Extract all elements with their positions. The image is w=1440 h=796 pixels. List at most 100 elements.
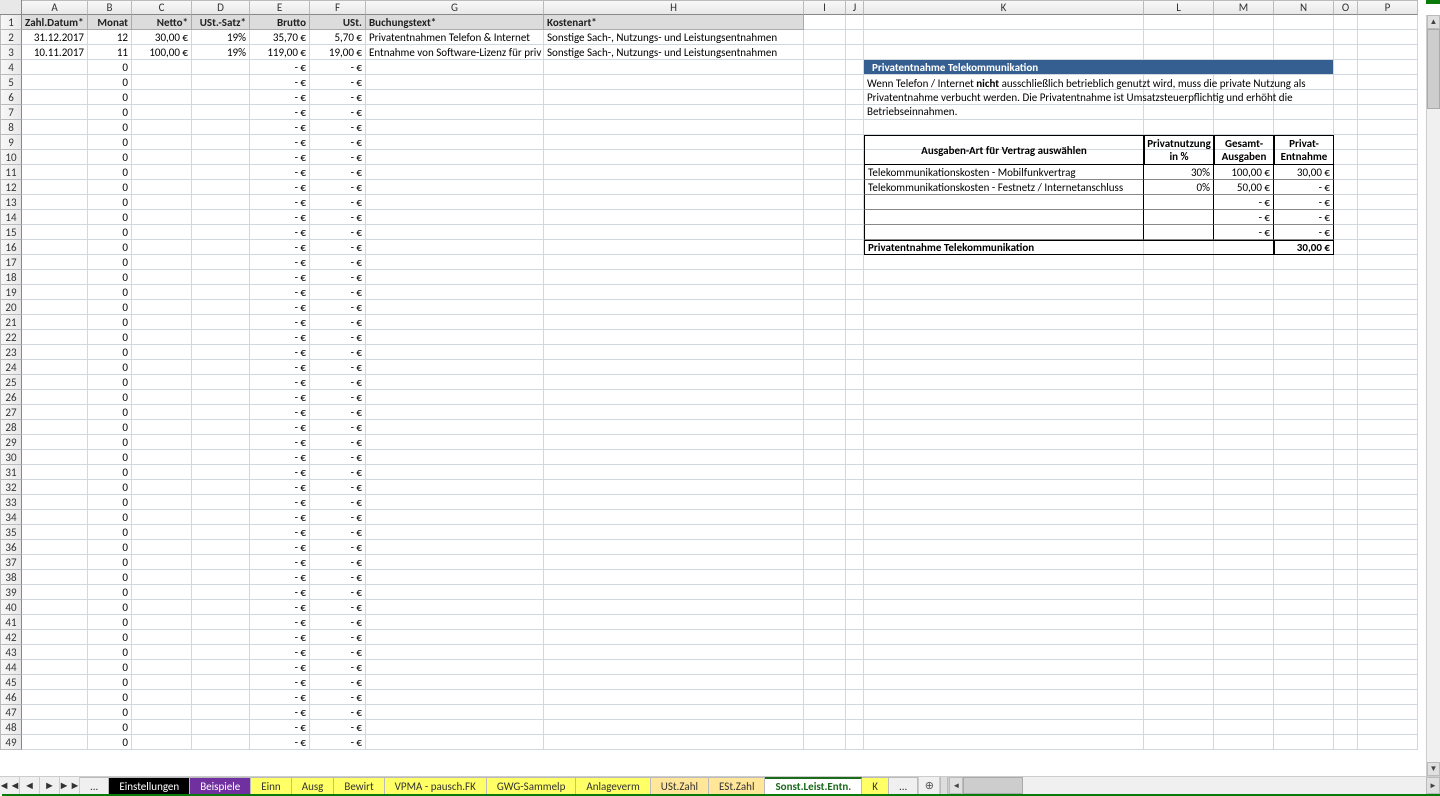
- cell-G6[interactable]: [366, 90, 544, 105]
- cell-J28[interactable]: [846, 420, 864, 435]
- cell-O43[interactable]: [1334, 645, 1358, 660]
- cell-O18[interactable]: [1334, 270, 1358, 285]
- cell-G47[interactable]: [366, 705, 544, 720]
- data-A3[interactable]: 10.11.2017: [22, 45, 88, 60]
- cell-H20[interactable]: [544, 300, 804, 315]
- cell-K40[interactable]: [864, 600, 1144, 615]
- cell-M21[interactable]: [1214, 315, 1274, 330]
- data-E47[interactable]: - €: [250, 705, 310, 720]
- cell-D30[interactable]: [192, 450, 250, 465]
- cell-C36[interactable]: [132, 540, 192, 555]
- cell-C10[interactable]: [132, 150, 192, 165]
- cell-P43[interactable]: [1358, 645, 1418, 660]
- cell-A42[interactable]: [22, 630, 88, 645]
- cell-L49[interactable]: [1144, 735, 1214, 750]
- cell-C7[interactable]: [132, 105, 192, 120]
- cell-C27[interactable]: [132, 405, 192, 420]
- cell-M28[interactable]: [1214, 420, 1274, 435]
- sheet-tab----[interactable]: ...: [80, 777, 109, 794]
- cell-G21[interactable]: [366, 315, 544, 330]
- cell-D18[interactable]: [192, 270, 250, 285]
- data-F46[interactable]: - €: [310, 690, 366, 705]
- col-header-H[interactable]: H: [544, 0, 804, 15]
- data-B39[interactable]: 0: [88, 585, 132, 600]
- cell-P14[interactable]: [1358, 210, 1418, 225]
- cell-G49[interactable]: [366, 735, 544, 750]
- cell-J1[interactable]: [846, 15, 864, 30]
- data-G3[interactable]: Entnahme von Software-Lizenz für priv: [366, 45, 544, 60]
- cell-N33[interactable]: [1274, 495, 1334, 510]
- select-all-corner[interactable]: [0, 0, 22, 15]
- data-B34[interactable]: 0: [88, 510, 132, 525]
- cell-G44[interactable]: [366, 660, 544, 675]
- data-G2[interactable]: Privatentnahmen Telefon & Internet: [366, 30, 544, 45]
- data-B22[interactable]: 0: [88, 330, 132, 345]
- data-E31[interactable]: - €: [250, 465, 310, 480]
- col-header-G[interactable]: G: [366, 0, 544, 15]
- sheet-nav-1[interactable]: ◄: [20, 777, 40, 794]
- cell-J17[interactable]: [846, 255, 864, 270]
- cell-O30[interactable]: [1334, 450, 1358, 465]
- cell-I43[interactable]: [804, 645, 846, 660]
- cell-G45[interactable]: [366, 675, 544, 690]
- cell-D5[interactable]: [192, 75, 250, 90]
- cell-A36[interactable]: [22, 540, 88, 555]
- data-F23[interactable]: - €: [310, 345, 366, 360]
- cell-P36[interactable]: [1358, 540, 1418, 555]
- cell-I39[interactable]: [804, 585, 846, 600]
- cell-C21[interactable]: [132, 315, 192, 330]
- cell-M39[interactable]: [1214, 585, 1274, 600]
- row-header-14[interactable]: 14: [0, 210, 22, 225]
- cell-G31[interactable]: [366, 465, 544, 480]
- data-F31[interactable]: - €: [310, 465, 366, 480]
- cell-K3[interactable]: [864, 45, 1144, 60]
- cell-M48[interactable]: [1214, 720, 1274, 735]
- cell-D8[interactable]: [192, 120, 250, 135]
- cell-A13[interactable]: [22, 195, 88, 210]
- row-header-16[interactable]: 16: [0, 240, 22, 255]
- data-B20[interactable]: 0: [88, 300, 132, 315]
- cell-O3[interactable]: [1334, 45, 1358, 60]
- row-header-31[interactable]: 31: [0, 465, 22, 480]
- cell-G17[interactable]: [366, 255, 544, 270]
- data-B47[interactable]: 0: [88, 705, 132, 720]
- cell-N18[interactable]: [1274, 270, 1334, 285]
- cell-P27[interactable]: [1358, 405, 1418, 420]
- cell-O4[interactable]: [1334, 60, 1358, 75]
- cell-H43[interactable]: [544, 645, 804, 660]
- cell-K33[interactable]: [864, 495, 1144, 510]
- cell-G18[interactable]: [366, 270, 544, 285]
- data-E9[interactable]: - €: [250, 135, 310, 150]
- data-B15[interactable]: 0: [88, 225, 132, 240]
- cell-I2[interactable]: [804, 30, 846, 45]
- cell-H7[interactable]: [544, 105, 804, 120]
- row-header-2[interactable]: 2: [0, 30, 22, 45]
- cell-J38[interactable]: [846, 570, 864, 585]
- cell-K29[interactable]: [864, 435, 1144, 450]
- data-B16[interactable]: 0: [88, 240, 132, 255]
- cell-J49[interactable]: [846, 735, 864, 750]
- cell-G34[interactable]: [366, 510, 544, 525]
- data-B23[interactable]: 0: [88, 345, 132, 360]
- cell-P11[interactable]: [1358, 165, 1418, 180]
- cell-G8[interactable]: [366, 120, 544, 135]
- cell-N49[interactable]: [1274, 735, 1334, 750]
- row-header-30[interactable]: 30: [0, 450, 22, 465]
- cell-M18[interactable]: [1214, 270, 1274, 285]
- sheet-tab-anlageverm[interactable]: Anlageverm: [576, 777, 650, 794]
- cell-I6[interactable]: [804, 90, 846, 105]
- data-B11[interactable]: 0: [88, 165, 132, 180]
- cell-G14[interactable]: [366, 210, 544, 225]
- data-B46[interactable]: 0: [88, 690, 132, 705]
- cell-A47[interactable]: [22, 705, 88, 720]
- cell-P29[interactable]: [1358, 435, 1418, 450]
- cell-D40[interactable]: [192, 600, 250, 615]
- cell-K41[interactable]: [864, 615, 1144, 630]
- side-row-e-4[interactable]: - €: [1274, 225, 1334, 240]
- cell-H49[interactable]: [544, 735, 804, 750]
- cell-K20[interactable]: [864, 300, 1144, 315]
- cell-O28[interactable]: [1334, 420, 1358, 435]
- cell-J47[interactable]: [846, 705, 864, 720]
- cell-A18[interactable]: [22, 270, 88, 285]
- cell-D38[interactable]: [192, 570, 250, 585]
